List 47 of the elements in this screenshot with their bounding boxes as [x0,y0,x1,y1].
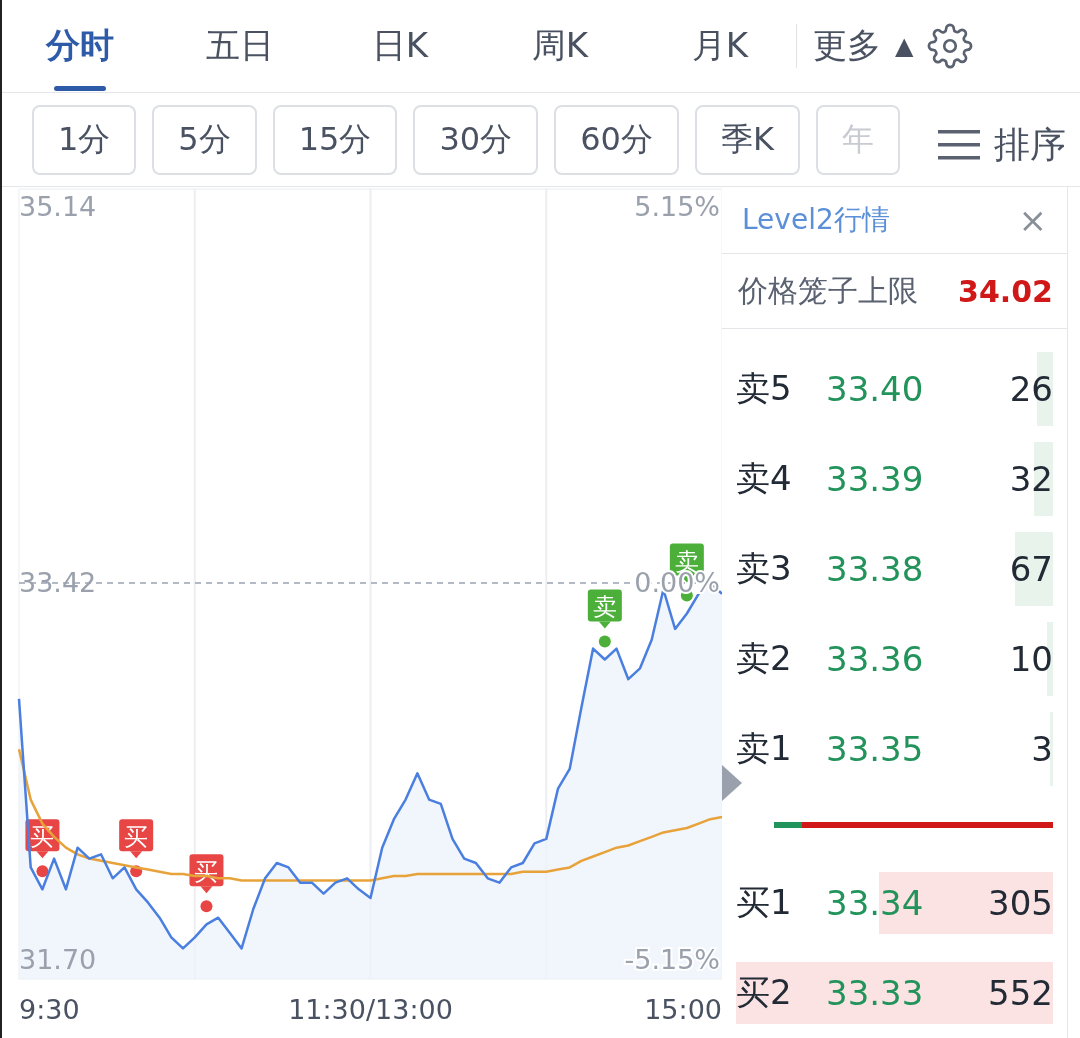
period-button[interactable]: 30分 [413,104,539,175]
period-button[interactable]: 15分 [272,104,398,175]
settings-icon[interactable] [927,23,974,69]
order-volume: 26 [1009,369,1053,409]
order-price: 33.36 [826,639,924,679]
chart-tab[interactable]: 分时 [0,0,160,93]
order-level: 买1 [736,881,793,924]
chart-tab[interactable]: 日K [320,0,480,93]
y-axis-label: 35.14 [19,191,97,222]
price-cage-value: 34.02 [958,273,1053,309]
time-axis-label: 15:00 [644,994,722,1025]
chart-tab[interactable]: 周K [480,0,640,93]
order-price: 33.33 [826,973,924,1013]
period-button[interactable]: 季K [694,104,800,175]
order-volume: 3 [1031,729,1053,769]
order-volume: 67 [1009,549,1053,589]
period-button[interactable]: 1分 [32,104,137,175]
order-level: 卖1 [736,727,793,770]
order-volume: 552 [988,973,1053,1013]
period-button[interactable]: 60分 [554,104,679,175]
percent-axis-label: 5.15% [634,191,720,222]
order-price: 33.40 [826,369,924,409]
order-volume: 32 [1009,459,1053,499]
order-level: 卖2 [736,637,793,680]
y-axis-label: 33.42 [19,567,97,599]
order-price: 33.35 [826,729,924,769]
order-level: 买2 [736,971,793,1014]
pointer-icon [722,765,742,801]
order-volume: 305 [988,883,1053,923]
more-dropdown[interactable]: 更多 ▲ [813,23,914,69]
percent-axis-label: -5.15% [624,943,720,975]
chart-tab[interactable]: 月K [640,0,800,93]
order-volume: 10 [1009,639,1053,679]
chart-tab[interactable]: 五日 [160,0,320,93]
order-price: 33.39 [826,459,924,499]
menu-icon [938,128,980,162]
order-level: 卖3 [736,547,793,590]
order-level: 卖5 [736,367,793,410]
period-button[interactable]: 5分 [152,104,257,175]
time-axis-label: 11:30/13:00 [288,994,453,1025]
order-price: 33.38 [826,549,924,589]
order-level: 卖4 [736,457,793,500]
y-axis-label: 31.70 [19,943,97,975]
time-axis-label: 9:30 [19,994,80,1025]
panel-title: Level2行情 [742,202,890,238]
price-cage-label: 价格笼子上限 [738,271,918,310]
order-price: 33.34 [826,883,924,923]
